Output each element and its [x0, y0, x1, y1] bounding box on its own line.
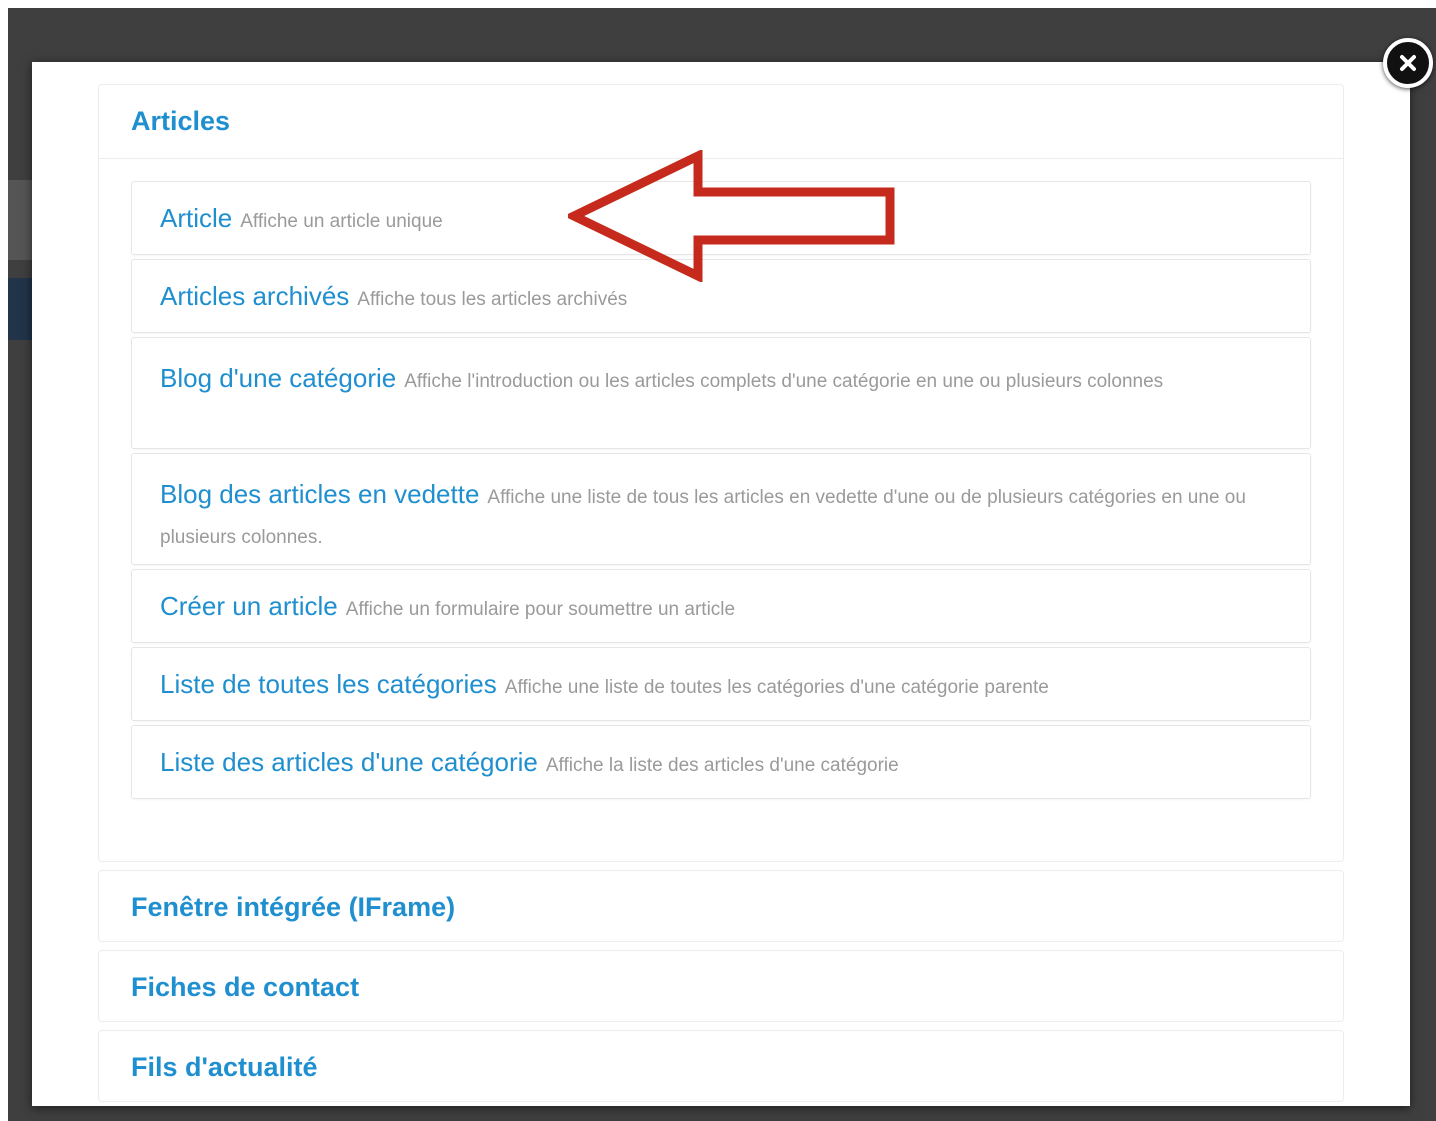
- item-title: Articles archivés: [160, 280, 350, 311]
- item-title: Liste de toutes les catégories: [160, 668, 497, 699]
- section-contacts-header[interactable]: Fiches de contact: [99, 951, 1343, 1023]
- item-description: Affiche la liste des articles d'une caté…: [545, 754, 899, 776]
- section-contacts: Fiches de contact: [98, 950, 1344, 1022]
- annotation-arrow-icon: [568, 150, 895, 282]
- list-item-category-list[interactable]: Liste des articles d'une catégorie Affich…: [131, 725, 1311, 799]
- close-button[interactable]: [1383, 38, 1433, 88]
- item-description: Affiche l'introduction ou les articles c…: [404, 371, 1164, 392]
- list-item-create-article[interactable]: Créer un article Affiche un formulaire po…: [131, 569, 1311, 643]
- list-item-all-categories[interactable]: Liste de toutes les catégories Affiche un…: [131, 647, 1311, 721]
- section-newsfeeds: Fils d'actualité: [98, 1030, 1344, 1102]
- section-articles-header[interactable]: Articles: [99, 85, 1343, 159]
- section-newsfeeds-header[interactable]: Fils d'actualité: [99, 1031, 1343, 1103]
- item-title: Créer un article: [160, 590, 338, 621]
- background-page-fragment: [8, 278, 32, 340]
- list-item-featured-blog[interactable]: Blog des articles en vedette Affiche une …: [131, 453, 1311, 565]
- background-page-fragment: [8, 180, 32, 260]
- item-description: Affiche une liste de toutes les catégori…: [504, 676, 1049, 698]
- menu-item-type-modal: Articles Article Affiche un article uniqu…: [32, 62, 1410, 1106]
- item-title: Blog des articles en vedette: [160, 479, 480, 509]
- section-iframe: Fenêtre intégrée (IFrame): [98, 870, 1344, 942]
- item-description: Affiche un article unique: [240, 210, 443, 232]
- item-title: Blog d'une catégorie: [160, 363, 397, 393]
- item-description: Affiche un formulaire pour soumettre un …: [345, 598, 736, 620]
- item-description: Affiche tous les articles archivés: [357, 288, 628, 310]
- list-item-category-blog[interactable]: Blog d'une catégorie Affiche l'introducti…: [131, 337, 1311, 449]
- close-icon: [1400, 55, 1416, 71]
- item-title: Article: [160, 202, 233, 233]
- item-title: Liste des articles d'une catégorie: [160, 746, 538, 777]
- section-iframe-header[interactable]: Fenêtre intégrée (IFrame): [99, 871, 1343, 943]
